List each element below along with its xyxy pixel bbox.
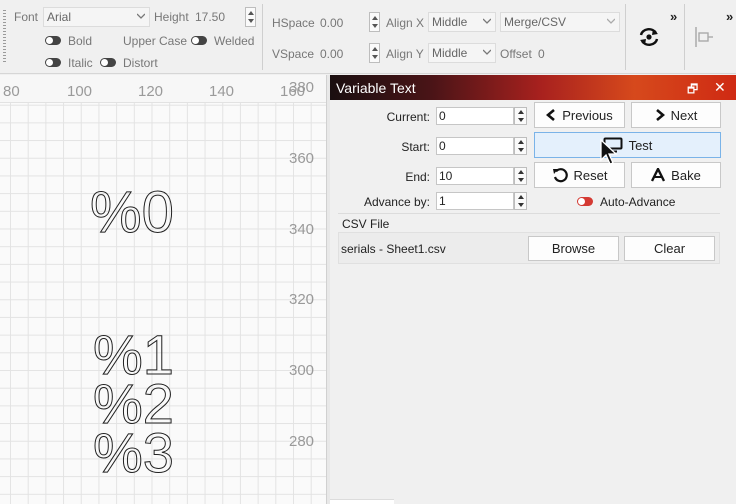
text-options-toolbar: Font Arial Height 17.50 Bold Upper Case … [0, 0, 736, 74]
welded-toggle[interactable] [191, 36, 207, 45]
bold-label: Bold [68, 34, 93, 48]
height-value[interactable]: 17.50 [195, 10, 225, 24]
restore-icon[interactable]: 🗗 [687, 80, 698, 101]
hspace-spinner[interactable] [369, 12, 380, 32]
aligny-select[interactable]: Middle [428, 43, 496, 63]
text-a-icon [651, 168, 666, 182]
chevron-down-icon [137, 13, 145, 19]
bake-button[interactable]: Bake [631, 162, 721, 188]
advance-label: Advance by: [363, 195, 430, 209]
vspace-label: VSpace [272, 47, 315, 61]
uppercase-toggle[interactable] [100, 58, 116, 67]
end-label: End: [405, 170, 430, 184]
close-icon[interactable]: ✕ [714, 79, 726, 96]
chevron-down-icon [483, 49, 491, 55]
merge-csv-value: Merge/CSV [504, 15, 567, 29]
divider [338, 213, 720, 214]
italic-label: Italic [68, 56, 93, 70]
current-spinner[interactable] [514, 107, 527, 125]
toolbar-overflow-button[interactable]: » [670, 9, 677, 24]
variable-text-object[interactable]: %0 [90, 180, 175, 246]
hspace-label: HSpace [272, 16, 315, 30]
start-spinner[interactable] [514, 137, 527, 155]
hspace-value[interactable]: 0.00 [320, 16, 343, 30]
variable-text-object[interactable]: %3 [93, 421, 175, 485]
offset-value[interactable]: 0 [538, 47, 545, 61]
current-label: Current: [386, 110, 430, 124]
offset-label: Offset [500, 47, 532, 61]
test-label: Test [628, 137, 653, 153]
browse-button[interactable]: Browse [528, 236, 619, 261]
alignx-select-value: Middle [432, 15, 468, 29]
advance-spinner[interactable] [514, 192, 527, 210]
merge-csv-select[interactable]: Merge/CSV [500, 12, 620, 32]
start-label: Start: [401, 140, 430, 154]
variable-text-panel: Variable Text 🗗 ✕ Current: 0 Start: 0 En… [330, 75, 736, 504]
aligny-select-value: Middle [432, 46, 468, 60]
end-spinner[interactable] [514, 167, 527, 185]
chevron-down-icon [607, 18, 615, 24]
font-select-value: Arial [47, 10, 72, 24]
toolbar-grip[interactable] [3, 10, 6, 64]
reset-label: Reset [573, 167, 608, 183]
align-icon[interactable] [694, 26, 714, 48]
panel-titlebar[interactable]: Variable Text 🗗 ✕ [330, 75, 736, 100]
reset-icon [552, 168, 568, 183]
vspace-value[interactable]: 0.00 [320, 47, 343, 61]
previous-label: Previous [562, 107, 613, 123]
chevron-down-icon [483, 18, 491, 24]
chevron-right-icon [655, 109, 665, 121]
chevron-left-icon [546, 109, 556, 121]
vspace-spinner[interactable] [369, 43, 380, 63]
font-label: Font [14, 10, 39, 24]
browse-label: Browse [551, 241, 596, 256]
csv-group-title: CSV File [342, 217, 390, 231]
auto-advance-toggle[interactable] [577, 197, 593, 206]
clear-button[interactable]: Clear [624, 236, 715, 261]
canvas-text-objects: %0 %1 %2 %3 [90, 180, 175, 485]
distort-label: Distort [123, 56, 158, 70]
advance-input[interactable]: 1 [436, 192, 514, 210]
height-spinner[interactable] [245, 7, 256, 27]
clear-label: Clear [653, 241, 686, 256]
next-button[interactable]: Next [631, 102, 721, 128]
end-input[interactable]: 10 [436, 167, 514, 185]
panel-tab-stub [330, 499, 394, 504]
panel-title: Variable Text [336, 80, 416, 96]
uppercase-label: Upper Case [123, 34, 188, 48]
previous-button[interactable]: Previous [534, 102, 625, 128]
current-input[interactable]: 0 [436, 107, 514, 125]
bake-label: Bake [671, 167, 701, 183]
alignx-label: Align X [386, 16, 425, 30]
auto-advance-label: Auto-Advance [600, 195, 676, 209]
italic-toggle[interactable] [45, 58, 61, 67]
mouse-cursor-icon [600, 139, 618, 165]
welded-label: Welded [214, 34, 255, 48]
alignx-select[interactable]: Middle [428, 12, 496, 32]
refresh-icon[interactable] [637, 26, 661, 48]
start-input[interactable]: 0 [436, 137, 514, 155]
bold-toggle[interactable] [45, 36, 61, 45]
aligny-label: Align Y [386, 47, 424, 61]
font-select[interactable]: Arial [43, 7, 150, 27]
csv-file-name: serials - Sheet1.csv [341, 242, 446, 256]
height-label: Height [154, 10, 189, 24]
next-label: Next [670, 107, 698, 123]
toolbar-overflow-button-2[interactable]: » [726, 9, 733, 24]
test-button[interactable]: Test [534, 132, 721, 158]
